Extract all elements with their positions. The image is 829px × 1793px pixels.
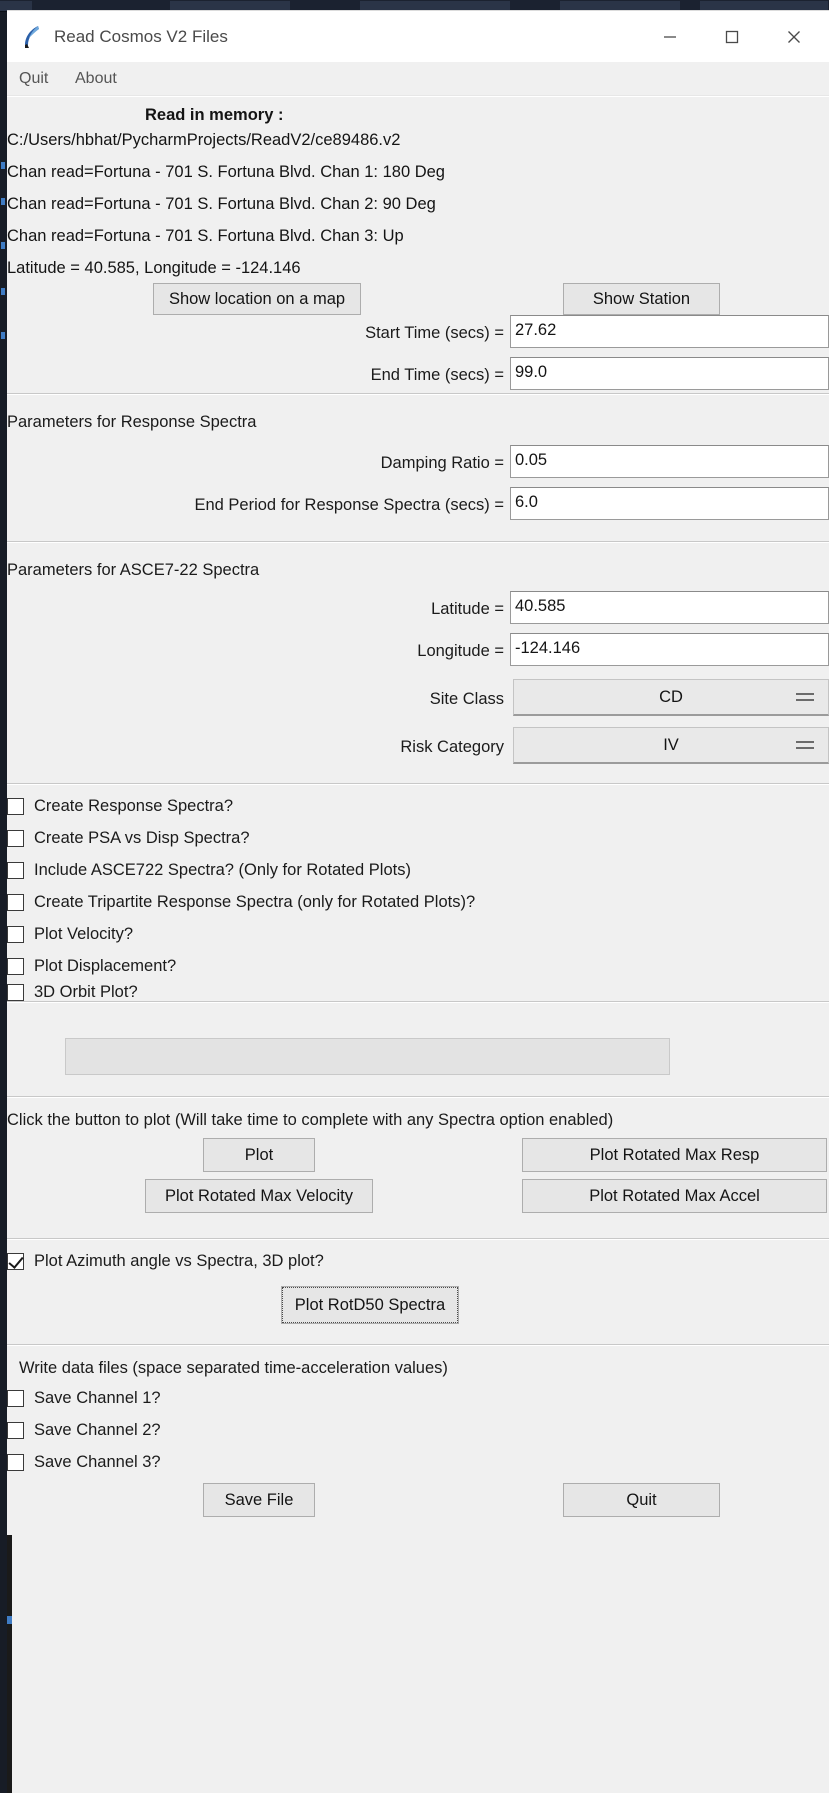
- checkbox-label: Create PSA vs Disp Spectra?: [34, 829, 250, 847]
- checkbox-create-tripartite[interactable]: Create Tripartite Response Spectra (only…: [7, 892, 475, 912]
- end-time-input[interactable]: 99.0: [510, 357, 829, 390]
- checkbox-icon: [7, 983, 24, 1001]
- show-station-button[interactable]: Show Station: [563, 283, 720, 315]
- checkbox-label: Plot Velocity?: [34, 925, 134, 943]
- show-location-on-map-button[interactable]: Show location on a map: [153, 283, 361, 315]
- plot-options-panel: Create Response Spectra? Create PSA vs D…: [7, 784, 829, 1002]
- asce-latitude-label: Latitude =: [431, 600, 504, 618]
- plot-rotd50-spectra-button[interactable]: Plot RotD50 Spectra: [281, 1286, 459, 1324]
- plot-buttons-panel: Click the button to plot (Will take time…: [7, 1097, 829, 1239]
- station-coordinates: Latitude = 40.585, Longitude = -124.146: [7, 259, 301, 277]
- asce-latitude-input[interactable]: 40.585: [510, 591, 829, 624]
- checkbox-label: Include ASCE722 Spectra? (Only for Rotat…: [34, 861, 411, 879]
- end-period-label: End Period for Response Spectra (secs) =: [194, 496, 504, 514]
- application-window: Read Cosmos V2 Files Quit About Read in …: [7, 10, 829, 1793]
- feather-icon: [21, 24, 43, 50]
- site-class-value: CD: [659, 687, 683, 706]
- file-path: C:/Users/hbhat/PycharmProjects/ReadV2/ce…: [7, 131, 401, 149]
- checkbox-icon: [7, 797, 24, 815]
- checkbox-save-channel-1[interactable]: Save Channel 1?: [7, 1388, 161, 1408]
- progress-bar: [65, 1038, 670, 1075]
- window-title: Read Cosmos V2 Files: [54, 27, 228, 46]
- checkbox-save-channel-2[interactable]: Save Channel 2?: [7, 1420, 161, 1440]
- asce-spectra-title: Parameters for ASCE7-22 Spectra: [7, 561, 260, 579]
- checkbox-icon: [7, 1421, 24, 1439]
- checkbox-save-channel-3[interactable]: Save Channel 3?: [7, 1452, 161, 1472]
- save-file-button[interactable]: Save File: [203, 1483, 315, 1517]
- site-class-dropdown[interactable]: CD: [513, 679, 829, 716]
- checkbox-label: Plot Azimuth angle vs Spectra, 3D plot?: [34, 1252, 324, 1270]
- checkbox-icon: [7, 1252, 24, 1270]
- channel-info-3: Chan read=Fortuna - 701 S. Fortuna Blvd.…: [7, 227, 404, 245]
- checkbox-create-response-spectra[interactable]: Create Response Spectra?: [7, 796, 233, 816]
- plot-hint-text: Click the button to plot (Will take time…: [7, 1111, 614, 1129]
- checkbox-label: Save Channel 1?: [34, 1389, 161, 1407]
- risk-category-value: IV: [663, 735, 679, 754]
- plot-rotated-max-velocity-button[interactable]: Plot Rotated Max Velocity: [145, 1179, 373, 1213]
- save-files-panel: Write data files (space separated time-a…: [7, 1345, 829, 1535]
- file-info-panel: Read in memory : C:/Users/hbhat/PycharmP…: [7, 96, 829, 394]
- checkbox-include-asce722[interactable]: Include ASCE722 Spectra? (Only for Rotat…: [7, 860, 411, 880]
- content-area: Read in memory : C:/Users/hbhat/PycharmP…: [7, 96, 829, 1793]
- checkbox-3d-orbit-plot[interactable]: 3D Orbit Plot?: [7, 982, 138, 1002]
- chevron-down-icon: [796, 741, 814, 749]
- menu-bar: Quit About: [7, 62, 829, 96]
- channel-info-1: Chan read=Fortuna - 701 S. Fortuna Blvd.…: [7, 163, 445, 181]
- checkbox-plot-azimuth-angle[interactable]: Plot Azimuth angle vs Spectra, 3D plot?: [7, 1251, 324, 1271]
- checkbox-icon: [7, 925, 24, 943]
- start-time-label: Start Time (secs) =: [365, 324, 504, 342]
- damping-ratio-input[interactable]: 0.05: [510, 445, 829, 478]
- checkbox-icon: [7, 861, 24, 879]
- minimize-icon[interactable]: [639, 11, 701, 63]
- menu-item-about[interactable]: About: [69, 65, 123, 93]
- checkbox-icon: [7, 957, 24, 975]
- checkbox-icon: [7, 829, 24, 847]
- title-bar: Read Cosmos V2 Files: [7, 10, 829, 62]
- write-data-files-heading: Write data files (space separated time-a…: [19, 1359, 448, 1377]
- checkbox-create-psa-vs-disp[interactable]: Create PSA vs Disp Spectra?: [7, 828, 250, 848]
- quit-button[interactable]: Quit: [563, 1483, 720, 1517]
- checkbox-label: Create Tripartite Response Spectra (only…: [34, 893, 476, 911]
- plot-rotated-max-accel-button[interactable]: Plot Rotated Max Accel: [522, 1179, 827, 1213]
- chevron-down-icon: [796, 693, 814, 701]
- checkbox-label: Plot Displacement?: [34, 957, 177, 975]
- damping-ratio-label: Damping Ratio =: [380, 454, 504, 472]
- read-in-memory-heading: Read in memory :: [145, 106, 284, 124]
- asce-spectra-panel: Parameters for ASCE7-22 Spectra Latitude…: [7, 542, 829, 784]
- checkbox-icon: [7, 893, 24, 911]
- start-time-input[interactable]: 27.62: [510, 315, 829, 348]
- end-period-input[interactable]: 6.0: [510, 487, 829, 520]
- plot-button[interactable]: Plot: [203, 1138, 315, 1172]
- risk-category-dropdown[interactable]: IV: [513, 727, 829, 764]
- plot-rotated-max-resp-button[interactable]: Plot Rotated Max Resp: [522, 1138, 827, 1172]
- risk-category-label: Risk Category: [400, 738, 504, 756]
- end-time-label: End Time (secs) =: [370, 366, 504, 384]
- response-spectra-title: Parameters for Response Spectra: [7, 413, 257, 431]
- checkbox-label: Save Channel 3?: [34, 1453, 161, 1471]
- menu-item-quit[interactable]: Quit: [13, 65, 54, 93]
- site-class-label: Site Class: [429, 690, 504, 708]
- checkbox-icon: [7, 1389, 24, 1407]
- asce-longitude-input[interactable]: -124.146: [510, 633, 829, 666]
- azimuth-panel: Plot Azimuth angle vs Spectra, 3D plot? …: [7, 1239, 829, 1345]
- checkbox-plot-displacement[interactable]: Plot Displacement?: [7, 956, 176, 976]
- maximize-icon[interactable]: [701, 11, 763, 63]
- background-window-edge: [0, 12, 7, 1793]
- checkbox-label: Create Response Spectra?: [34, 797, 234, 815]
- checkbox-icon: [7, 1453, 24, 1471]
- checkbox-plot-velocity[interactable]: Plot Velocity?: [7, 924, 133, 944]
- progress-panel: 3D Orbit Plot?: [7, 983, 829, 1097]
- response-spectra-panel: Parameters for Response Spectra Damping …: [7, 394, 829, 542]
- checkbox-label: 3D Orbit Plot?: [34, 983, 138, 1001]
- asce-longitude-label: Longitude =: [417, 642, 504, 660]
- close-icon[interactable]: [763, 11, 825, 63]
- channel-info-2: Chan read=Fortuna - 701 S. Fortuna Blvd.…: [7, 195, 436, 213]
- checkbox-label: Save Channel 2?: [34, 1421, 161, 1439]
